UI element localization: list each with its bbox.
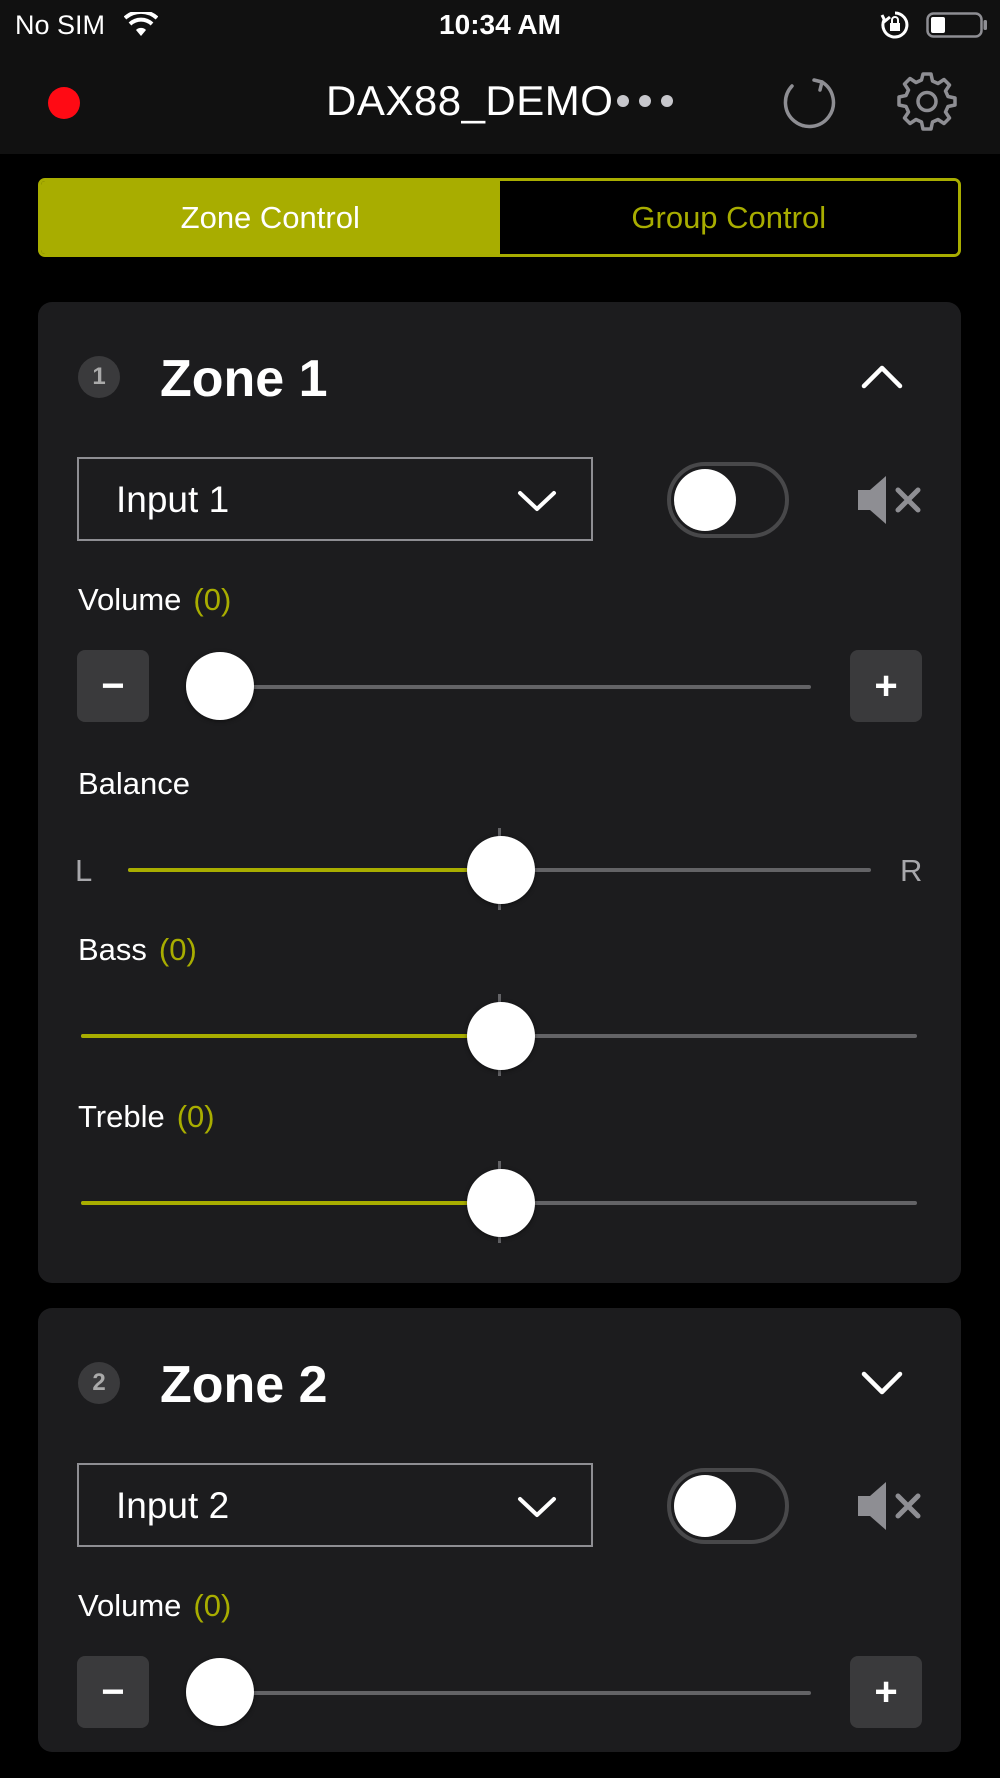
volume-decrease-button[interactable]: − — [77, 1656, 149, 1728]
toggle-knob — [674, 1475, 736, 1537]
treble-label-row: Treble (0) — [78, 1099, 215, 1135]
volume-slider-track[interactable] — [220, 685, 811, 689]
more-icon[interactable] — [616, 94, 674, 108]
chevron-down-icon — [518, 491, 556, 511]
treble-label: Treble — [78, 1099, 165, 1134]
speaker-muted-icon[interactable] — [856, 474, 924, 526]
zone-title: Zone 2 — [160, 1356, 328, 1414]
volume-label: Volume — [78, 582, 182, 617]
tab-group-control[interactable]: Group Control — [499, 181, 958, 254]
bass-label: Bass — [78, 932, 147, 967]
toggle-knob — [674, 469, 736, 531]
gear-icon[interactable] — [896, 70, 958, 132]
control-mode-tabs: Zone Control Group Control — [38, 178, 961, 257]
input-source-value: Input 2 — [116, 1485, 230, 1526]
refresh-icon[interactable] — [778, 72, 838, 132]
tab-zone-control[interactable]: Zone Control — [41, 181, 500, 254]
volume-decrease-button[interactable]: − — [77, 650, 149, 722]
treble-value: (0) — [176, 1099, 215, 1134]
treble-slider-thumb[interactable] — [467, 1169, 535, 1237]
volume-slider-track[interactable] — [220, 1691, 811, 1695]
zone-card-2: 2 Zone 2 Input 2 Volume (0) − + — [38, 1308, 961, 1752]
volume-value: (0) — [193, 1588, 232, 1623]
input-source-value: Input 1 — [116, 479, 230, 520]
chevron-down-icon — [518, 1497, 556, 1517]
input-source-select[interactable]: Input 2 — [77, 1463, 593, 1547]
volume-label: Volume — [78, 1588, 182, 1623]
balance-slider-fill — [128, 868, 500, 872]
zone-title: Zone 1 — [160, 350, 328, 408]
chevron-down-icon[interactable] — [860, 1370, 904, 1398]
clock: 10:34 AM — [439, 9, 561, 40]
speaker-muted-icon[interactable] — [856, 1480, 924, 1532]
status-bar: No SIM 10:34 AM — [0, 0, 1000, 50]
balance-slider-thumb[interactable] — [467, 836, 535, 904]
zone-number-badge: 1 — [78, 356, 120, 398]
battery-icon — [926, 12, 987, 38]
chevron-up-icon[interactable] — [860, 362, 904, 390]
volume-slider-thumb[interactable] — [186, 652, 254, 720]
zone-power-toggle[interactable] — [667, 1468, 789, 1544]
volume-slider-thumb[interactable] — [186, 1658, 254, 1726]
treble-slider-fill — [81, 1201, 499, 1205]
volume-increase-button[interactable]: + — [850, 650, 922, 722]
bass-value: (0) — [158, 932, 197, 967]
input-source-select[interactable]: Input 1 — [77, 457, 593, 541]
balance-left-label: L — [75, 853, 93, 888]
volume-label-row: Volume (0) — [78, 582, 231, 618]
balance-label: Balance — [78, 766, 191, 801]
rotation-lock-icon — [880, 11, 909, 39]
device-title[interactable]: DAX88_DEMO — [326, 77, 613, 125]
volume-increase-button[interactable]: + — [850, 1656, 922, 1728]
zone-card-1: 1 Zone 1 Input 1 Volume (0) − + Balance L… — [38, 302, 961, 1283]
bass-slider-fill — [81, 1034, 499, 1038]
zone-power-toggle[interactable] — [667, 462, 789, 538]
volume-value: (0) — [193, 582, 232, 617]
volume-label-row: Volume (0) — [78, 1588, 231, 1624]
record-status-dot — [48, 87, 80, 119]
zone-number-badge: 2 — [78, 1362, 120, 1404]
nav-bar: DAX88_DEMO — [0, 50, 1000, 154]
bass-label-row: Bass (0) — [78, 932, 197, 968]
balance-right-label: R — [900, 853, 923, 888]
bass-slider-thumb[interactable] — [467, 1002, 535, 1070]
